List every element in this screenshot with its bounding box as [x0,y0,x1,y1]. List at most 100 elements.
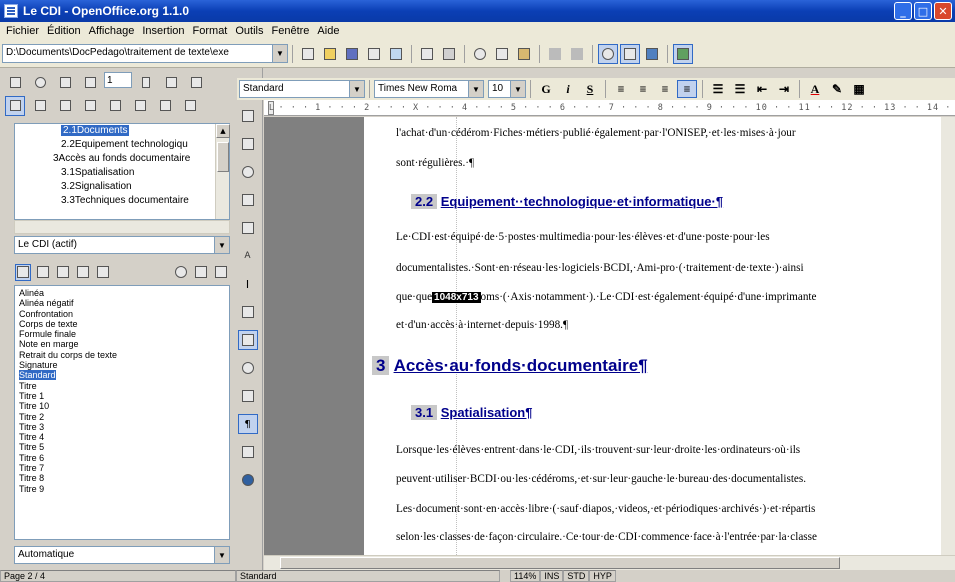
paste-icon[interactable] [514,44,534,64]
background-color-icon[interactable]: ▦ [849,80,869,98]
decrease-indent-icon[interactable]: ⇤ [752,80,772,98]
style-list-item[interactable]: Standard [15,370,229,381]
highlight-icon[interactable]: ✎ [827,80,847,98]
font-color-icon[interactable]: A [805,80,825,98]
spellcheck-icon[interactable] [238,302,258,322]
menu-edition[interactable]: Édition [43,25,85,37]
numbering-icon[interactable]: ☰ [708,80,728,98]
underline-button[interactable]: S [580,80,600,98]
hyperlink-mode-indicator[interactable]: HYP [589,570,616,582]
copy-icon[interactable] [492,44,512,64]
style-list-item[interactable]: Alinéa négatif [15,298,229,308]
navigator-hscrollbar[interactable] [14,220,230,234]
style-filter-select[interactable]: Automatique ▼ [14,546,230,564]
text-cursor-icon[interactable]: I [238,274,258,294]
nav-item[interactable]: 2.2Equipement technologiqu [15,138,229,152]
style-list-item[interactable]: Note en marge [15,339,229,349]
bullets-icon[interactable]: ☰ [730,80,750,98]
header-icon[interactable] [80,96,100,116]
promote-icon[interactable] [155,96,175,116]
align-left-icon[interactable]: ≡ [611,80,631,98]
bookmark-icon[interactable] [130,96,150,116]
content-view-icon[interactable] [30,96,50,116]
zoom-indicator[interactable]: 114% [510,570,541,582]
stylist-icon[interactable] [620,43,640,64]
document-hscrollbar[interactable] [264,555,955,570]
frame-styles-icon[interactable] [55,264,71,281]
style-list-item[interactable]: Titre 5 [15,442,229,452]
chevron-down-icon[interactable]: ▼ [214,547,229,563]
update-style-icon[interactable] [213,264,229,281]
footer-icon[interactable] [105,96,125,116]
navigator-icon[interactable] [598,43,618,64]
document-select[interactable]: Le CDI (actif) ▼ [14,236,230,254]
horizontal-ruler[interactable]: L · · · 1 · · · 2 · · · X · · · 4 · · · … [264,100,955,116]
font-size-select[interactable]: 10 ▼ [488,80,526,98]
data-source-icon[interactable] [238,386,258,406]
open-folder-icon[interactable] [320,44,340,64]
style-list[interactable]: Alinéa Alinéa négatif Confrontation Corps d… [14,285,230,540]
export-pdf-icon[interactable] [386,44,406,64]
online-layout-icon[interactable] [238,470,258,490]
toggle-icon[interactable] [5,72,25,92]
show-draw-functions-icon[interactable] [238,190,258,210]
style-list-item[interactable]: Titre 3 [15,422,229,432]
style-list-item[interactable]: Alinéa [15,288,229,298]
undo-icon[interactable] [545,44,565,64]
navigation-icon[interactable] [55,72,75,92]
scroll-thumb[interactable] [217,142,229,172]
scroll-up-icon[interactable]: ▲ [216,124,230,138]
navigator-scrollbar[interactable]: ▲ [215,124,230,219]
document-area[interactable]: l'achat·d'un·cédérom·Fiches·métiers·publ… [264,117,941,555]
chevron-down-icon[interactable]: ▼ [272,45,287,62]
drag-mode-icon[interactable] [30,72,50,92]
tab-type-icon[interactable]: L [268,100,275,115]
style-list-item[interactable]: Titre 7 [15,463,229,473]
spin-icon[interactable] [136,72,156,92]
edit-doc-icon[interactable] [364,44,384,64]
form-functions-icon[interactable] [238,218,258,238]
save-icon[interactable] [342,44,362,64]
headings-icon[interactable] [186,72,206,92]
style-list-item[interactable]: Formule finale [15,329,229,339]
style-list-item[interactable]: Titre 8 [15,473,229,483]
menu-outils[interactable]: Outils [231,25,267,37]
increase-indent-icon[interactable]: ⇥ [774,80,794,98]
style-list-item[interactable]: Titre 1 [15,391,229,401]
style-list-item[interactable]: Signature [15,360,229,370]
insert-object-icon[interactable] [238,162,258,182]
chevron-down-icon[interactable]: ▼ [349,81,364,97]
chevron-down-icon[interactable]: ▼ [510,81,525,97]
character-styles-icon[interactable] [35,264,51,281]
reminder-icon[interactable] [55,96,75,116]
menu-affichage[interactable]: Affichage [85,25,139,37]
style-list-item[interactable]: Titre 9 [15,484,229,494]
new-style-icon[interactable] [193,264,209,281]
numbering-styles-icon[interactable] [95,264,111,281]
page-indicator[interactable]: Page 2 / 4 [0,570,236,582]
redo-icon[interactable] [567,44,587,64]
insert-mode-indicator[interactable]: INS [540,570,564,582]
gallery-icon[interactable] [673,43,693,64]
bold-button[interactable]: G [536,80,556,98]
formatting-marks-icon[interactable]: ¶ [237,414,258,434]
text-direction-icon[interactable]: A [238,246,258,266]
style-list-item[interactable]: Titre 6 [15,453,229,463]
italic-button[interactable]: i [558,80,578,98]
document-path-field[interactable]: D:\Documents\DocPedago\traitement de tex… [2,44,288,63]
justify-icon[interactable]: ≡ [677,80,697,98]
page-styles-icon[interactable] [75,264,91,281]
maximize-button[interactable]: □ [914,2,932,20]
style-list-item[interactable]: Titre 2 [15,412,229,422]
document-vscrollbar[interactable] [941,117,955,555]
menu-insertion[interactable]: Insertion [138,25,188,37]
menu-fichier[interactable]: Fichier [2,25,43,37]
style-list-item[interactable]: Corps de texte [15,319,229,329]
print-preview-icon[interactable] [417,44,437,64]
selection-mode-indicator[interactable]: STD [563,570,590,582]
demote-icon[interactable] [180,96,200,116]
list-box-icon[interactable] [5,95,25,116]
document-page[interactable]: l'achat·d'un·cédérom·Fiches·métiers·publ… [364,117,941,555]
insert-fields-icon[interactable] [238,134,258,154]
align-center-icon[interactable]: ≡ [633,80,653,98]
